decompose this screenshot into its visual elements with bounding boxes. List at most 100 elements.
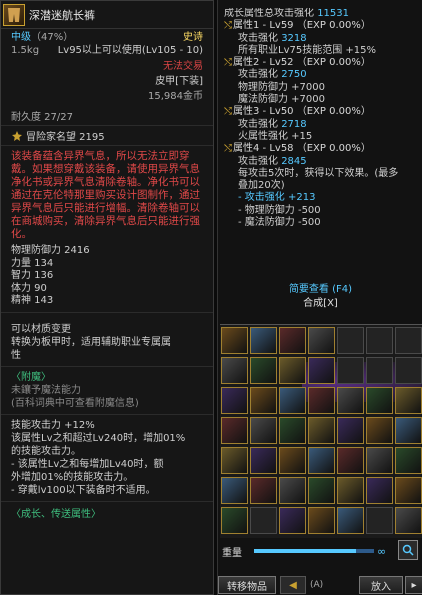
item-icon xyxy=(367,478,392,503)
item-icon xyxy=(222,358,247,383)
otherworld-warning: 该装备蕴含异界气息，所以无法立即穿戴。如果想穿戴该装备，请使用异界气息净化书或异… xyxy=(11,150,200,240)
item-icon xyxy=(396,418,421,443)
inventory-item-slot[interactable] xyxy=(308,477,335,504)
attr-effect: 魔法防御力 +7000 xyxy=(238,94,326,106)
inventory-item-slot[interactable] xyxy=(250,477,277,504)
attr-head-text: 属性2 - Lv52 （EXP 0.00%） xyxy=(233,57,371,69)
inventory-item-slot[interactable] xyxy=(308,387,335,414)
item-icon xyxy=(396,388,421,413)
inventory-empty-slot[interactable] xyxy=(337,357,364,384)
item-icon xyxy=(280,358,305,383)
weight-bar xyxy=(254,549,374,553)
inventory-item-slot[interactable] xyxy=(279,507,306,534)
growth-footer: 〈成长、传送属性〉 xyxy=(11,508,101,520)
inventory-item-slot[interactable] xyxy=(279,357,306,384)
skill-line: 该属性Lv之和超过Lv240时，增加01% xyxy=(11,432,186,444)
inventory-item-slot[interactable] xyxy=(366,477,393,504)
item-icon xyxy=(338,388,363,413)
inventory-item-slot[interactable] xyxy=(337,387,364,414)
attr-effect: - 物理防御力 -500 xyxy=(238,204,321,216)
inventory-item-slot[interactable] xyxy=(250,357,277,384)
item-icon xyxy=(280,388,305,413)
inventory-empty-slot[interactable] xyxy=(337,327,364,354)
item-info: 中级（47%） 史诗 1.5kg Lv95以上可以使用(Lv105 - 10) … xyxy=(1,29,213,126)
item-icon xyxy=(309,358,334,383)
inventory-item-slot[interactable] xyxy=(279,447,306,474)
atk-value: 2718 xyxy=(281,118,307,130)
item-icon xyxy=(222,418,247,443)
inventory-item-slot[interactable] xyxy=(308,327,335,354)
stat-line: 精神 143 xyxy=(11,295,54,306)
arrow-left-icon: ◀ xyxy=(289,579,297,591)
enchant-section: 〈附魔〉 未鑲予魔法能力 (百科词典中可查看附魔信息) xyxy=(1,367,213,415)
inventory-item-slot[interactable] xyxy=(221,327,248,354)
stat-line: 物理防御力 2416 xyxy=(11,245,90,256)
inventory-empty-slot[interactable] xyxy=(250,507,277,534)
inventory-item-slot[interactable] xyxy=(279,417,306,444)
inventory-empty-slot[interactable] xyxy=(366,507,393,534)
inventory-item-slot[interactable] xyxy=(250,417,277,444)
search-button[interactable] xyxy=(398,540,418,560)
weight-fill xyxy=(254,549,356,553)
inventory-item-slot[interactable] xyxy=(366,447,393,474)
inventory-item-slot[interactable] xyxy=(250,327,277,354)
inventory-empty-slot[interactable] xyxy=(366,327,393,354)
fame-text: 冒险家名望 2195 xyxy=(26,132,105,143)
inventory-item-slot[interactable] xyxy=(395,477,422,504)
inventory-item-slot[interactable] xyxy=(395,507,422,534)
inventory-item-slot[interactable] xyxy=(308,447,335,474)
put-in-button[interactable]: 放入 xyxy=(359,576,403,594)
grade: 中级 xyxy=(11,32,31,43)
inventory-item-slot[interactable] xyxy=(308,507,335,534)
inventory-item-slot[interactable] xyxy=(250,387,277,414)
inventory-item-slot[interactable] xyxy=(337,417,364,444)
inventory-item-slot[interactable] xyxy=(308,417,335,444)
inventory-item-slot[interactable] xyxy=(337,507,364,534)
item-type: 皮甲[下装] xyxy=(155,76,203,87)
inventory-item-slot[interactable] xyxy=(279,387,306,414)
inventory-item-slot[interactable] xyxy=(366,387,393,414)
inventory-item-slot[interactable] xyxy=(221,417,248,444)
inventory-item-slot[interactable] xyxy=(279,477,306,504)
item-tooltip: 深潜迷航长裤 中级（47%） 史诗 1.5kg Lv95以上可以使用(Lv105… xyxy=(0,0,214,595)
simple-view-link[interactable]: 简要查看 (F4) xyxy=(218,283,422,297)
inventory-item-slot[interactable] xyxy=(279,327,306,354)
move-items-button[interactable]: 转移物品 xyxy=(218,576,276,594)
inventory-item-slot[interactable] xyxy=(395,387,422,414)
skill-line: - 穿戴lv100以下装备时不适用。 xyxy=(11,484,156,496)
item-icon xyxy=(251,478,276,503)
skill-attack-section: 技能攻击力 +12% 该属性Lv之和超过Lv240时，增加01% 的技能攻击力。… xyxy=(1,415,213,502)
inventory-empty-slot[interactable] xyxy=(395,327,422,354)
inventory-item-slot[interactable] xyxy=(250,447,277,474)
weight-infinity: ∞ xyxy=(377,544,387,558)
inventory-item-slot[interactable] xyxy=(337,447,364,474)
inventory-empty-slot[interactable] xyxy=(395,357,422,384)
inventory-item-slot[interactable] xyxy=(337,477,364,504)
item-icon xyxy=(309,388,334,413)
merge-link[interactable]: 合成[X] xyxy=(218,297,422,311)
item-icon xyxy=(338,508,363,533)
more-button[interactable]: ▸ xyxy=(405,576,422,594)
skill-line: 外增加01%的技能攻击力。 xyxy=(11,471,134,483)
inventory-item-slot[interactable] xyxy=(395,417,422,444)
attr-effect: 叠加20次) xyxy=(238,180,285,192)
weight-label: 重量 xyxy=(222,547,242,559)
inventory-item-slot[interactable] xyxy=(366,417,393,444)
skill-line: 的技能攻击力。 xyxy=(11,445,81,457)
inventory-item-slot[interactable] xyxy=(221,477,248,504)
inventory-empty-slot[interactable] xyxy=(366,357,393,384)
item-icon xyxy=(367,388,392,413)
inventory-item-slot[interactable] xyxy=(221,447,248,474)
item-icon xyxy=(338,418,363,443)
inventory-item-slot[interactable] xyxy=(395,447,422,474)
inventory-item-slot[interactable] xyxy=(221,507,248,534)
inventory-item-slot[interactable] xyxy=(221,357,248,384)
tooltip-header: 深潜迷航长裤 xyxy=(1,1,213,29)
item-name: 深潜迷航长裤 xyxy=(29,8,95,22)
stat-line: 体力 90 xyxy=(11,282,47,294)
attr-4-head: ⤭属性4 - Lv58 （EXP 0.00%） xyxy=(224,143,417,155)
move-left-button[interactable]: ◀ xyxy=(280,576,306,594)
inventory-item-slot[interactable] xyxy=(308,357,335,384)
inventory-item-slot[interactable] xyxy=(221,387,248,414)
slot-hint: (A) xyxy=(310,580,324,590)
